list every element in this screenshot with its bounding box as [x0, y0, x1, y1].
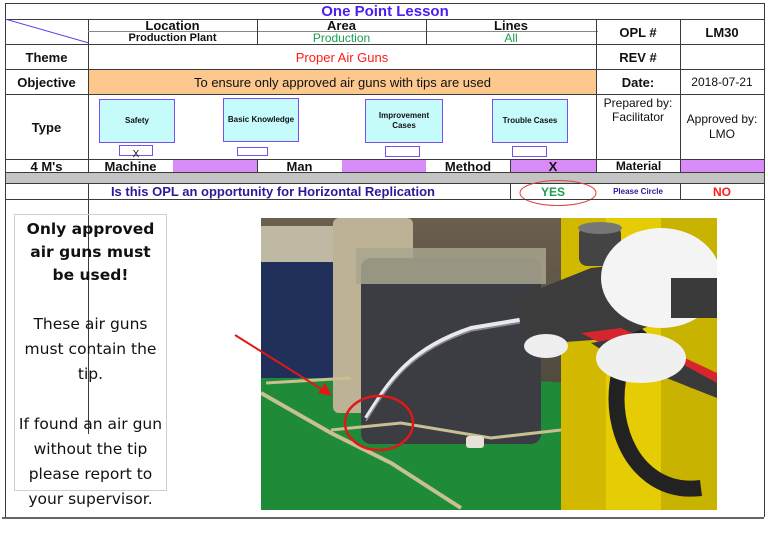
prepared-by-value: Facilitator	[611, 110, 664, 124]
lines-value: All	[504, 31, 518, 45]
approved-by: Approved by: LMO	[680, 110, 764, 144]
approved-by-label: Approved by:	[686, 112, 758, 126]
page-title: One Point Lesson	[321, 2, 449, 20]
diagonal-corner-line	[5, 19, 89, 44]
notice-box: Only approved air guns must be used! The…	[14, 214, 167, 508]
four-ms-machine-label: Machine	[104, 158, 157, 174]
col-divider	[510, 160, 511, 172]
opl-number-value: LM30	[705, 24, 739, 40]
type-safety-box[interactable]: Safety	[99, 99, 175, 143]
date-value: 2018-07-21	[691, 75, 753, 89]
four-ms-man-label: Man	[286, 158, 313, 174]
four-ms-label: 4 M's	[30, 158, 63, 174]
four-ms-method-label: Method	[444, 158, 492, 174]
rev-number-value	[680, 45, 764, 69]
type-label: Type	[31, 119, 62, 135]
location-label: Location	[145, 18, 200, 33]
four-ms-man-cell[interactable]	[342, 160, 426, 172]
prepared-by: Prepared by: Facilitator	[596, 95, 680, 125]
spacer-row	[6, 173, 764, 183]
type-trouble-cases-box[interactable]: Trouble Cases	[492, 99, 568, 143]
notice-heading: Only approved air guns must be used!	[26, 220, 155, 284]
area-value: Production	[312, 31, 371, 45]
theme-label: Theme	[25, 49, 68, 65]
yes-selection-circle	[519, 180, 597, 206]
opl-number-label: OPL #	[619, 24, 657, 40]
type-improvement-cases-box[interactable]: Improvement Cases	[365, 99, 443, 143]
red-arrow-annotation	[234, 334, 332, 396]
replication-question: Is this OPL an opportunity for Horizonta…	[110, 184, 435, 199]
notice-paragraph-1: These air guns must contain the tip.	[24, 315, 157, 383]
table-border-right	[764, 3, 765, 517]
type-basic-knowledge-box[interactable]: Basic Knowledge	[223, 98, 299, 142]
location-value: Production Plant	[128, 32, 217, 44]
four-ms-material-label: Material	[615, 159, 662, 173]
type-improvement-cases-checkbox[interactable]	[385, 146, 420, 157]
approved-by-value: LMO	[708, 127, 735, 141]
row-divider	[5, 199, 765, 200]
page-bottom-rule	[2, 517, 764, 519]
replication-instruction: Please Circle	[613, 187, 663, 196]
objective-label: Objective	[17, 74, 76, 90]
prepared-by-label: Prepared by:	[603, 96, 673, 110]
date-label: Date:	[621, 74, 655, 90]
notice-paragraph-2: If found an air gun without the tip plea…	[18, 415, 163, 508]
four-ms-machine-cell[interactable]	[173, 160, 257, 172]
rev-number-label: REV #	[619, 49, 657, 65]
type-trouble-cases-checkbox[interactable]	[512, 146, 547, 157]
objective-value: To ensure only approved air guns with ti…	[89, 70, 596, 94]
theme-value: Proper Air Guns	[295, 49, 389, 65]
four-ms-method-mark: X	[548, 158, 558, 174]
type-basic-knowledge-checkbox[interactable]	[237, 147, 268, 156]
four-ms-material-cell[interactable]	[681, 160, 764, 172]
replication-no-option[interactable]: NO	[680, 184, 764, 199]
